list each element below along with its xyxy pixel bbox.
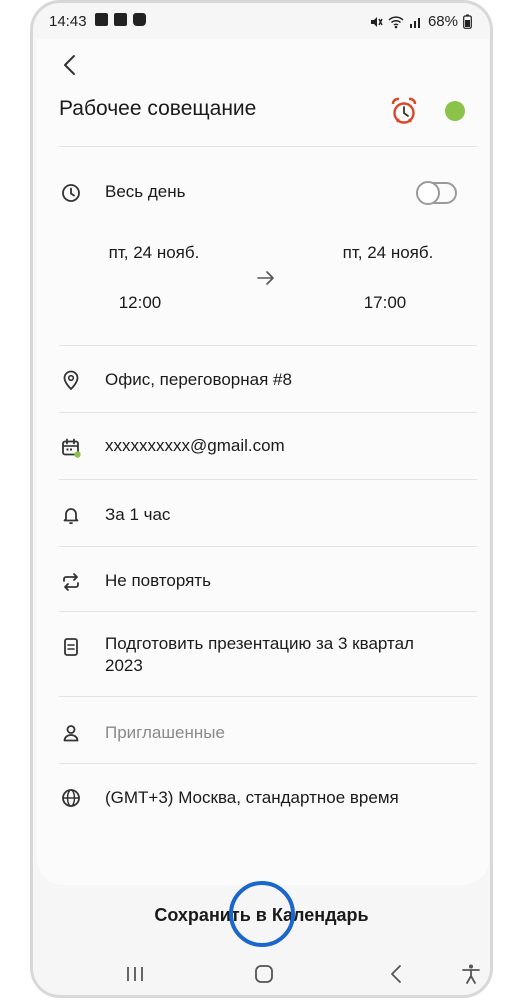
event-color-picker[interactable]: [445, 101, 465, 121]
notes-row[interactable]: Подготовить презентацию за 3 квартал 202…: [59, 633, 477, 685]
notes-text-line2: 2023: [105, 656, 143, 675]
divider: [59, 611, 477, 612]
toggle-knob: [416, 181, 440, 205]
recent-apps-icon[interactable]: [123, 962, 147, 986]
accessibility-icon[interactable]: [459, 962, 483, 986]
wifi-icon: [388, 15, 404, 28]
start-time[interactable]: 12:00: [65, 293, 215, 313]
calendar-account-text: xxxxxxxxxx@gmail.com: [105, 436, 285, 455]
all-day-row[interactable]: Весь день: [59, 179, 477, 209]
signal-icon: [409, 17, 420, 28]
repeat-text: Не повторять: [105, 571, 211, 590]
tap-highlight-circle: [229, 881, 295, 947]
repeat-icon: [63, 573, 79, 591]
mute-icon: [370, 16, 383, 27]
bell-icon: [63, 508, 79, 525]
status-bar: 14:43 68%: [33, 3, 490, 39]
end-time[interactable]: 17:00: [310, 293, 460, 313]
notification-icons: [95, 13, 146, 26]
all-day-label: Весь день: [105, 182, 186, 201]
divider: [59, 412, 477, 413]
divider: [59, 146, 477, 147]
timezone-row[interactable]: (GMT+3) Москва, стандартное время: [59, 785, 477, 811]
invitees-row[interactable]: Приглашенные: [59, 720, 477, 746]
location-row[interactable]: Офис, переговорная #8: [59, 367, 477, 393]
divider: [59, 546, 477, 547]
battery-icon: [463, 14, 472, 29]
globe-icon: [62, 789, 80, 807]
divider: [59, 696, 477, 697]
repeat-row[interactable]: Не повторять: [59, 569, 477, 595]
home-icon[interactable]: [252, 962, 276, 986]
status-time: 14:43: [49, 13, 87, 30]
shopping-bag-notification-icon: [133, 13, 146, 26]
checkbox-notification-icon: [114, 13, 127, 26]
all-day-toggle[interactable]: [416, 181, 457, 205]
phone-frame: 14:43 68% Рабочее совещание Весь день пт…: [30, 0, 493, 998]
divider: [59, 345, 477, 346]
system-navigation-bar: [33, 958, 490, 995]
event-title[interactable]: Рабочее совещание: [59, 97, 256, 121]
system-icons: 68%: [369, 13, 472, 30]
invitees-placeholder[interactable]: Приглашенные: [105, 722, 225, 744]
notes-text-line1: Подготовить презентацию за 3 квартал: [105, 634, 414, 653]
gallery-notification-icon: [95, 13, 108, 26]
event-editor-card: Рабочее совещание Весь день пт, 24 нояб.…: [37, 39, 489, 885]
arrow-right-icon: [257, 271, 274, 285]
nav-back-icon[interactable]: [385, 962, 409, 986]
person-icon: [63, 725, 79, 742]
divider: [59, 479, 477, 480]
location-pin-icon: [63, 370, 79, 391]
reminder-row[interactable]: За 1 час: [59, 502, 477, 528]
clock-icon: [62, 184, 80, 202]
timezone-text: (GMT+3) Москва, стандартное время: [105, 788, 399, 807]
battery-percent: 68%: [427, 13, 458, 30]
calendar-account-icon: [62, 438, 81, 458]
calendar-account-row[interactable]: xxxxxxxxxx@gmail.com: [59, 435, 477, 461]
reminder-text: За 1 час: [105, 505, 171, 524]
divider: [59, 763, 477, 764]
back-arrow-icon[interactable]: [59, 53, 83, 77]
note-icon: [64, 638, 78, 656]
end-date[interactable]: пт, 24 нояб.: [313, 243, 463, 263]
location-text: Офис, переговорная #8: [105, 370, 292, 389]
alarm-clock-icon: [391, 97, 417, 124]
start-date[interactable]: пт, 24 нояб.: [79, 243, 229, 263]
